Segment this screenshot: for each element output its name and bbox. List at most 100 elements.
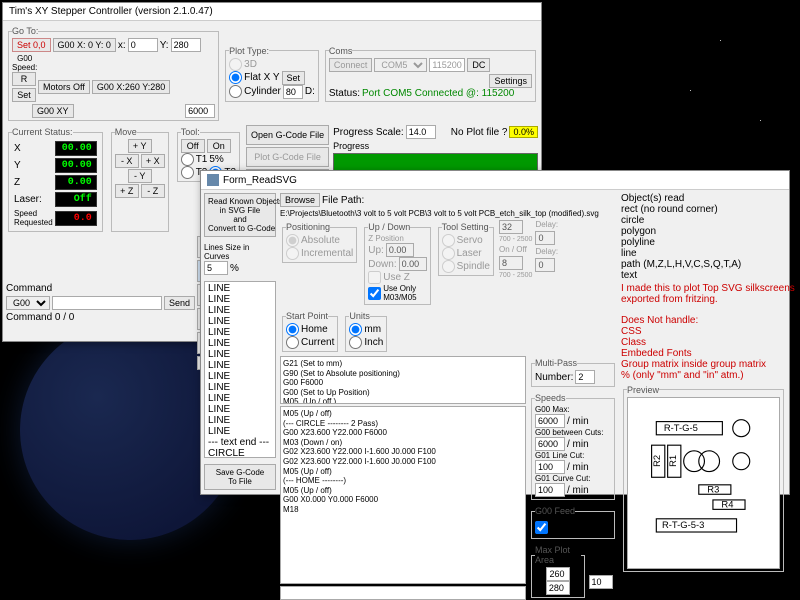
g00xy-button[interactable]: G00 XY (32, 104, 74, 118)
lines-size-input[interactable] (204, 261, 228, 275)
list-item[interactable]: LINE (206, 371, 274, 382)
connect-button[interactable]: Connect (329, 58, 373, 72)
startpoint-group: Start Point Home Current (282, 311, 338, 352)
between-input[interactable] (535, 437, 565, 451)
g00speed-input[interactable] (185, 104, 215, 118)
plot-flat-radio[interactable] (229, 71, 242, 84)
list-item[interactable]: CIRCLE (206, 448, 274, 458)
t1-radio[interactable] (181, 153, 194, 166)
goto-group: Go To: Set 0,0 G00 X: 0 Y: 0 x: Y: G00 S… (8, 26, 219, 121)
list-item[interactable]: LINE (206, 415, 274, 426)
useonly-check[interactable] (368, 287, 381, 300)
svg-titlebar[interactable]: Form_ReadSVG (201, 171, 789, 190)
plot-cyl-radio[interactable] (229, 85, 242, 98)
save-gcode-button[interactable]: Save G-Code To File (204, 464, 276, 490)
list-item[interactable]: LINE (206, 404, 274, 415)
main-title: Tim's XY Stepper Controller (version 2.1… (9, 6, 213, 17)
multipass-input[interactable] (575, 370, 595, 384)
progress-pct: 0.0% (509, 126, 538, 138)
preview-scale-input[interactable] (589, 575, 613, 589)
incfeed-check[interactable] (535, 521, 548, 534)
motors-off-button[interactable]: Motors Off (38, 80, 90, 94)
list-item[interactable]: --- text end --- (206, 437, 274, 448)
tool-off-button[interactable]: Off (181, 139, 205, 153)
g01line-input[interactable] (535, 460, 565, 474)
plottype-group: Plot Type: 3D Flat X Y Set Cylinder D: (225, 46, 319, 102)
command-status: Command 0 / 0 (6, 312, 195, 323)
objects-read-text: Object(s) read rect (no round corner)cir… (621, 193, 741, 281)
gcode-output-1[interactable]: G21 (Set to mm) G90 (Set to Absolute pos… (280, 356, 526, 404)
object-listbox[interactable]: LINELINELINELINELINELINELINELINELINELINE… (204, 281, 276, 458)
positioning-group: Positioning Absolute Incremental (282, 222, 357, 263)
maxplot-x-input[interactable] (546, 567, 570, 581)
gcode-output-3[interactable] (280, 586, 526, 600)
com-port-select[interactable]: COM5 (374, 58, 427, 72)
move-my-button[interactable]: - Y (128, 169, 152, 183)
red-note: I made this to plot Top SVG silkscreens … (621, 283, 795, 381)
move-pz-button[interactable]: + Z (115, 184, 139, 198)
goto-x-input[interactable] (128, 38, 158, 52)
t2-radio[interactable] (181, 166, 194, 179)
list-item[interactable]: LINE (206, 382, 274, 393)
sp-home-radio[interactable] (286, 323, 299, 336)
plot-gcode-button: Plot G-Code File (246, 147, 329, 167)
tool-on-button[interactable]: On (207, 139, 231, 153)
g00feed-group: G00 Feed Include Feed in Command (531, 506, 615, 539)
g00x260-button[interactable]: G00 X:260 Y:280 (92, 80, 170, 94)
status-group: Current Status: X00.00 Y00.00 Z0.00 Lase… (8, 127, 103, 232)
move-mz-button[interactable]: - Z (141, 184, 165, 198)
speed-lcd: 0.0 (55, 211, 97, 226)
g00xy0-button[interactable]: G00 X: 0 Y: 0 (53, 38, 116, 52)
move-py-button[interactable]: + Y (128, 139, 152, 153)
unit-mm-radio[interactable] (349, 323, 362, 336)
g01curve-input[interactable] (535, 483, 565, 497)
list-item[interactable]: LINE (206, 294, 274, 305)
baud-input[interactable] (429, 58, 465, 72)
read-svg-button[interactable]: Read Known Objects in SVG File and Conve… (204, 193, 276, 237)
svg-text:R-T-G-5: R-T-G-5 (664, 422, 698, 433)
goto-y-input[interactable] (171, 38, 201, 52)
list-item[interactable]: LINE (206, 283, 274, 294)
y-lcd: 00.00 (55, 158, 97, 173)
plot-set-button[interactable]: Set (282, 71, 306, 85)
com-status: Port COM5 Connected @: 115200 (362, 88, 514, 99)
list-item[interactable]: LINE (206, 426, 274, 437)
sp-current-radio[interactable] (286, 336, 299, 349)
g00max-input[interactable] (535, 414, 565, 428)
preview-group: Preview R-T-G-5 R2 R1 R3 R4 R-T-G-5-3 (623, 385, 784, 572)
list-item[interactable]: LINE (206, 305, 274, 316)
browse-button[interactable]: Browse (280, 193, 320, 207)
unit-inch-radio[interactable] (349, 336, 362, 349)
command-input[interactable] (52, 296, 162, 310)
laser-lcd: Off (55, 192, 97, 207)
preview-canvas: R-T-G-5 R2 R1 R3 R4 R-T-G-5-3 (627, 397, 780, 569)
list-item[interactable]: LINE (206, 316, 274, 327)
svg-title: Form_ReadSVG (223, 175, 297, 186)
move-px-button[interactable]: + X (141, 154, 165, 168)
gcode-output-2[interactable]: M05 (Up / off) (--- CIRCLE -------- 2 Pa… (280, 406, 526, 584)
updown-group: Up / Down Z Position Up: Down: Use Z Use… (364, 222, 430, 305)
set00-button[interactable]: Set 0,0 (12, 38, 51, 52)
progress-scale-input[interactable] (406, 125, 436, 139)
svg-window: Form_ReadSVG Read Known Objects in SVG F… (200, 170, 790, 495)
list-item[interactable]: LINE (206, 349, 274, 360)
set-button[interactable]: Set (12, 88, 36, 102)
command-select[interactable]: G00 (6, 296, 50, 310)
move-mx-button[interactable]: - X (115, 154, 139, 168)
list-item[interactable]: LINE (206, 360, 274, 371)
dc-button[interactable]: DC (467, 58, 490, 72)
main-titlebar[interactable]: Tim's XY Stepper Controller (version 2.1… (3, 3, 541, 21)
settings-button[interactable]: Settings (489, 74, 532, 88)
maxplot-y-input[interactable] (546, 581, 570, 595)
coms-group: Coms Connect COM5 DC Settings Status: Po… (325, 46, 536, 102)
filepath-text: E:\Projects\Bluetooth\3 volt to 5 volt P… (280, 209, 599, 218)
svg-text:R1: R1 (667, 455, 678, 467)
r-button[interactable]: R (12, 72, 36, 86)
toolsetting-group: Tool Setting Servo Laser Spindle (438, 222, 494, 276)
send-button[interactable]: Send (164, 296, 195, 310)
list-item[interactable]: LINE (206, 338, 274, 349)
list-item[interactable]: LINE (206, 327, 274, 338)
cyl-input[interactable] (283, 85, 303, 99)
open-gcode-button[interactable]: Open G-Code File (246, 125, 329, 145)
list-item[interactable]: LINE (206, 393, 274, 404)
